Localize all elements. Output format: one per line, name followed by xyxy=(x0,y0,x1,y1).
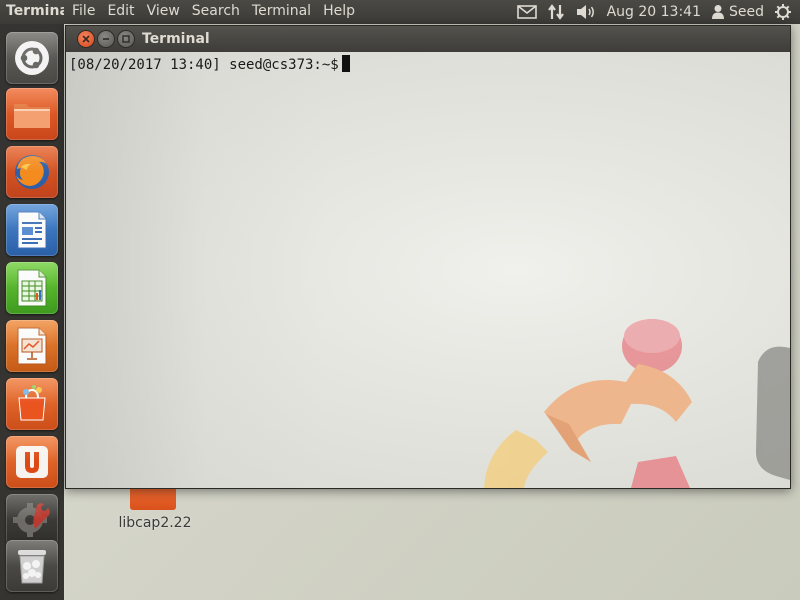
window-titlebar[interactable]: Terminal xyxy=(66,26,790,52)
desktop-folder-libcap[interactable]: libcap2.22 xyxy=(112,486,198,536)
settings-wrench-icon xyxy=(13,503,50,537)
user-name: Seed xyxy=(729,4,764,20)
ubuntu-logo-icon xyxy=(15,41,49,75)
gear-power-icon[interactable] xyxy=(774,0,792,24)
minimize-button[interactable] xyxy=(98,31,114,47)
envelope-icon[interactable] xyxy=(516,0,537,24)
calc-spreadsheet-icon xyxy=(17,269,47,307)
user-menu[interactable]: Seed xyxy=(711,0,764,24)
launcher-ubuntu-one[interactable] xyxy=(6,436,58,488)
close-icon xyxy=(82,35,90,43)
close-button[interactable] xyxy=(78,31,94,47)
wallpaper-ubuntu-logo xyxy=(484,319,790,488)
terminal-prompt: [08/20/2017 13:40] seed@cs373:~$ xyxy=(69,57,339,73)
launcher-libreoffice-impress[interactable] xyxy=(6,320,58,372)
menu-terminal[interactable]: Terminal xyxy=(252,3,323,19)
writer-document-icon xyxy=(17,211,47,249)
launcher-firefox[interactable] xyxy=(6,146,58,198)
minimize-icon xyxy=(103,38,109,40)
impress-presentation-icon xyxy=(17,327,47,365)
window-title: Terminal xyxy=(142,31,210,47)
menu-view[interactable]: View xyxy=(147,3,192,19)
top-panel: Terminal File Edit View Search Terminal … xyxy=(0,0,800,24)
person-icon xyxy=(712,5,724,19)
menubar: File Edit View Search Terminal Help xyxy=(72,3,367,19)
indicator-area: Aug 20 13:41 Seed xyxy=(516,0,792,24)
menu-search[interactable]: Search xyxy=(192,3,252,19)
launcher-dash-home[interactable] xyxy=(6,32,58,84)
menu-help[interactable]: Help xyxy=(323,3,367,19)
launcher-system-settings[interactable] xyxy=(6,494,58,546)
launcher-libreoffice-writer[interactable] xyxy=(6,204,58,256)
launcher xyxy=(0,24,64,600)
ubuntu-one-icon xyxy=(16,446,48,478)
clock[interactable]: Aug 20 13:41 xyxy=(607,0,701,24)
shopping-bag-icon xyxy=(18,385,46,421)
launcher-trash[interactable] xyxy=(6,540,58,592)
launcher-files[interactable] xyxy=(6,88,58,140)
speaker-icon[interactable] xyxy=(575,0,597,24)
menu-edit[interactable]: Edit xyxy=(107,3,146,19)
active-app-title: Terminal xyxy=(6,3,64,19)
desktop-folder-label: libcap2.22 xyxy=(118,515,192,531)
terminal-window: Terminal [08/20/2017 13:40] seed@cs373:~… xyxy=(65,25,791,489)
firefox-icon xyxy=(15,155,49,189)
folder-icon xyxy=(14,104,50,128)
launcher-libreoffice-calc[interactable] xyxy=(6,262,58,314)
network-updown-icon[interactable] xyxy=(547,0,565,24)
text-cursor xyxy=(341,55,350,72)
terminal-prompt-line: [08/20/2017 13:40] seed@cs373:~$ xyxy=(69,55,350,73)
folder-icon xyxy=(130,486,176,510)
launcher-software-center[interactable] xyxy=(6,378,58,430)
terminal-body[interactable]: [08/20/2017 13:40] seed@cs373:~$ xyxy=(66,52,790,488)
trash-icon xyxy=(18,550,46,584)
menu-file[interactable]: File xyxy=(72,3,107,19)
maximize-button[interactable] xyxy=(118,31,134,47)
maximize-icon xyxy=(122,35,130,43)
